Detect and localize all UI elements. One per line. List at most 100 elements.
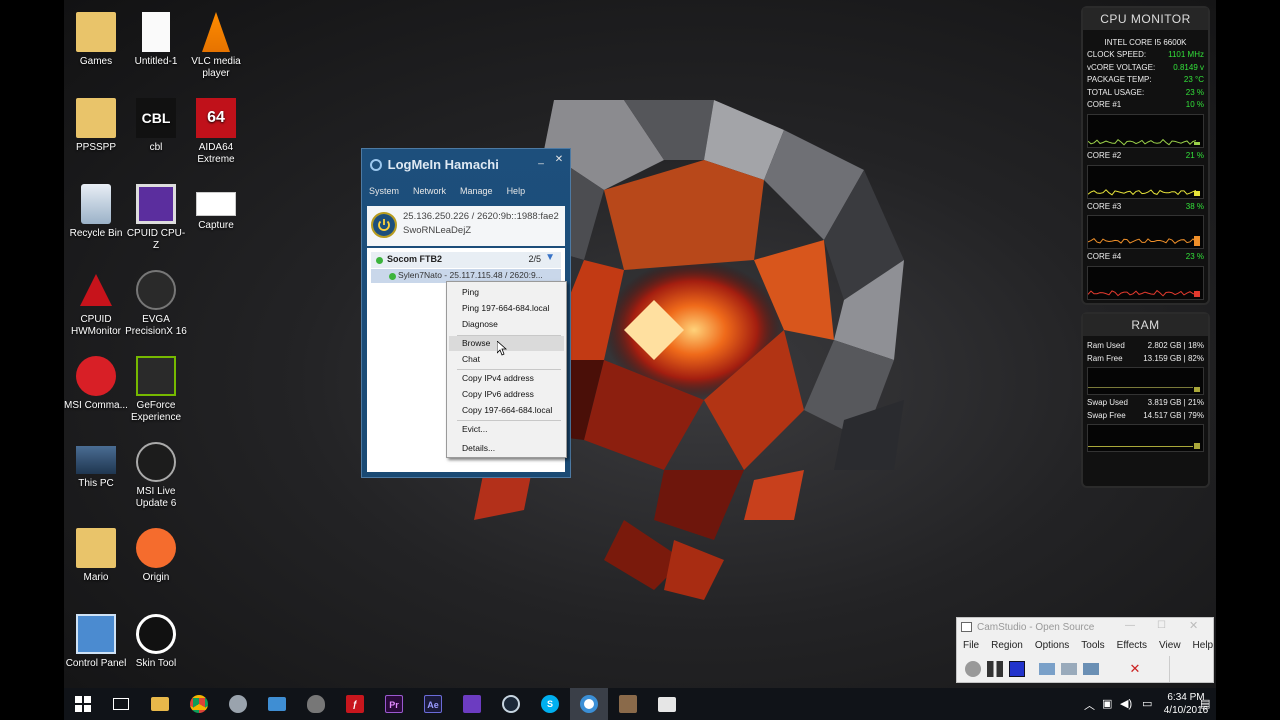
start-button[interactable] [64, 688, 102, 720]
cam-menu-help[interactable]: Help [1193, 640, 1214, 651]
cam-menu-effects[interactable]: Effects [1117, 640, 1147, 651]
record-button-icon[interactable] [965, 661, 981, 677]
taskbar-cpu-app[interactable] [453, 688, 491, 720]
cursor-effect-icon[interactable]: ✕ [1127, 661, 1143, 677]
taskbar-mail[interactable] [258, 688, 296, 720]
windows-logo-icon [75, 696, 91, 712]
taskbar-chef[interactable] [609, 688, 647, 720]
desktop-icon-recycle-bin[interactable]: Recycle Bin [64, 180, 128, 240]
menu-help[interactable]: Help [500, 183, 533, 203]
camstudio-window[interactable]: CamStudio - Open Source — ☐ ✕ File Regio… [956, 617, 1214, 683]
alien-icon [307, 695, 325, 713]
cpu-stat-value: 23 % [1185, 87, 1204, 97]
menu-item-details[interactable]: Details... [449, 441, 564, 456]
desktop-icon-mario[interactable]: Mario [64, 524, 128, 584]
msi-command-icon [76, 356, 116, 396]
menu-system[interactable]: System [362, 183, 406, 203]
desktop-icon-evga-precisionx-16[interactable]: EVGA PrecisionX 16 [124, 266, 188, 338]
menu-item-evict[interactable]: Evict... [449, 422, 564, 437]
network-row[interactable]: Socom FTB2 2/5 ▼ [371, 252, 561, 268]
cpu-stat-value: 1101 MHz [1168, 50, 1204, 59]
desktop-icon-games[interactable]: Games [64, 8, 128, 68]
power-button-icon[interactable] [371, 212, 397, 238]
ram-stat-row: Ram Free 13.159 GB | 82% [1083, 353, 1208, 366]
core-value: 21 % [1185, 150, 1204, 160]
desktop-icon-vlc-media-player[interactable]: VLC media player [184, 8, 248, 80]
ram-stat-percent: 21% [1187, 398, 1204, 408]
menu-item-copy-ipv4[interactable]: Copy IPv4 address [449, 371, 564, 386]
taskbar-steam-gear[interactable] [219, 688, 257, 720]
minimize-button[interactable]: _ [534, 155, 548, 167]
core-label: CORE #3 [1087, 201, 1122, 211]
action-center-icon[interactable]: ▤ [1200, 697, 1210, 710]
desktop-icon-capture[interactable]: Capture [184, 180, 248, 232]
skype-icon: S [541, 695, 559, 713]
cpu-monitor-gadget: CPU MONITOR INTEL CORE I5 6600K CLOCK SP… [1081, 6, 1210, 305]
core-value: 38 % [1185, 201, 1204, 211]
hamachi-icon [580, 695, 598, 713]
cam-menu-options[interactable]: Options [1035, 640, 1069, 651]
cpu-monitor-title: CPU MONITOR [1083, 8, 1208, 30]
desktop-icon-aida64-extreme[interactable]: 64 AIDA64 Extreme [184, 94, 248, 166]
show-hidden-icons-chevron-icon[interactable]: ︿ [1084, 697, 1095, 713]
keyboard-tray-icon[interactable]: ▭ [1142, 697, 1152, 710]
recycle-bin-icon [81, 184, 111, 224]
taskbar-alienware[interactable] [297, 688, 335, 720]
taskbar-premiere[interactable]: Pr [375, 688, 413, 720]
core-usage-graph [1087, 113, 1204, 148]
desktop-icon-this-pc[interactable]: This PC [64, 438, 128, 490]
desktop-icon-cpuid-hwmonitor[interactable]: CPUID HWMonitor [64, 266, 128, 338]
camstudio-minimize-button[interactable]: — [1125, 620, 1135, 631]
cam-menu-region[interactable]: Region [991, 640, 1023, 651]
desktop-icon-skin-tool[interactable]: Skin Tool [124, 610, 188, 670]
camstudio-maximize-button[interactable]: ☐ [1157, 620, 1166, 631]
taskbar-flash[interactable]: ƒ [336, 688, 374, 720]
camstudio-close-button[interactable]: ✕ [1189, 619, 1198, 632]
desktop-icon-cbl[interactable]: CBL cbl [124, 94, 188, 154]
hwmonitor-icon [80, 274, 112, 306]
menu-manage[interactable]: Manage [453, 183, 500, 203]
desktop-icon-origin[interactable]: Origin [124, 524, 188, 584]
network-tray-icon[interactable]: ▣ [1102, 697, 1112, 710]
taskbar-skype[interactable]: S [531, 688, 569, 720]
cam-menu-tools[interactable]: Tools [1081, 640, 1104, 651]
menu-item-ping-local[interactable]: Ping 197-664-684.local [449, 301, 564, 316]
menu-item-diagnose[interactable]: Diagnose [449, 317, 564, 332]
desktop-icon-label: VLC media player [191, 56, 241, 79]
ram-stat-label: Swap Used [1087, 398, 1128, 408]
desktop-icon-ppsspp[interactable]: PPSSPP [64, 94, 128, 154]
pause-button-icon[interactable] [987, 661, 1003, 677]
taskbar-steam[interactable] [492, 688, 530, 720]
region-tool-icon[interactable] [1039, 663, 1055, 675]
desktop-icon-msi-comma[interactable]: MSI Comma... [64, 352, 128, 412]
taskbar-hamachi[interactable] [570, 688, 608, 720]
task-view-button[interactable] [102, 688, 140, 720]
taskbar-chrome[interactable] [180, 688, 218, 720]
core-row: CORE #3 38 % [1083, 201, 1208, 214]
taskbar-after-effects[interactable]: Ae [414, 688, 452, 720]
menu-network[interactable]: Network [406, 183, 453, 203]
menu-item-copy-ipv6[interactable]: Copy IPv6 address [449, 387, 564, 402]
menu-item-copy-local[interactable]: Copy 197-664-684.local [449, 403, 564, 418]
mario-folder-icon [76, 528, 116, 568]
collapse-arrow-icon[interactable]: ▼ [545, 252, 555, 263]
stop-button-icon[interactable] [1009, 661, 1025, 677]
desktop-icon-msi-live-update-6[interactable]: MSI Live Update 6 [124, 438, 188, 510]
desktop-icon-label: EVGA PrecisionX 16 [125, 314, 187, 337]
close-button[interactable]: ✕ [552, 155, 566, 167]
desktop-icon-label: CPUID CPU-Z [126, 228, 186, 251]
webcam-tool-icon[interactable] [1083, 663, 1099, 675]
taskbar-file-explorer[interactable] [141, 688, 179, 720]
core-label: CORE #1 [1087, 100, 1122, 110]
cam-menu-file[interactable]: File [963, 640, 979, 651]
desktop-icon-untitled-1[interactable]: Untitled-1 [124, 8, 188, 68]
desktop-icon-geforce-experience[interactable]: GeForce Experience [124, 352, 188, 424]
desktop-icon-cpuid-cpu-z[interactable]: CPUID CPU-Z [124, 180, 188, 252]
taskbar-notes[interactable] [648, 688, 686, 720]
cam-menu-view[interactable]: View [1159, 640, 1181, 651]
menu-item-ping[interactable]: Ping [449, 285, 564, 300]
desktop-icon-control-panel[interactable]: Control Panel [64, 610, 128, 670]
core-usage-bar [1194, 141, 1200, 145]
volume-tray-icon[interactable]: ◀) [1120, 697, 1132, 710]
annotation-tool-icon[interactable] [1061, 663, 1077, 675]
